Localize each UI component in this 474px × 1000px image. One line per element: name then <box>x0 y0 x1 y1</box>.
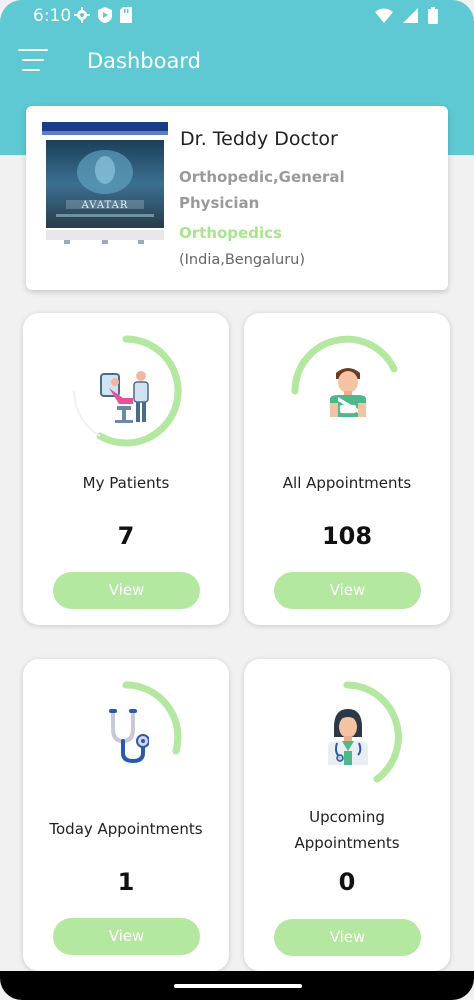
tile-my-patients[interactable]: My Patients 7 View <box>23 313 229 625</box>
tile-label-line-2: Appointments <box>294 834 400 852</box>
profile-image: AVATAR <box>42 122 168 248</box>
image-caption: AVATAR <box>81 200 129 211</box>
wifi-icon <box>375 8 393 23</box>
view-today-appointments-button[interactable]: View <box>53 918 200 955</box>
tile-count: 108 <box>321 522 373 550</box>
battery-icon <box>428 7 438 24</box>
menu-icon[interactable] <box>18 49 48 71</box>
specialization-line-1: Orthopedic,General <box>179 168 345 186</box>
tile-label: Today Appointments <box>49 820 203 838</box>
injured-patient-icon <box>330 368 366 417</box>
specialization-line-2: Physician <box>179 194 260 212</box>
shield-play-icon <box>98 7 112 23</box>
stethoscope-icon <box>109 709 149 764</box>
status-time: 6:10 <box>33 6 72 26</box>
tile-label-line-1: Upcoming <box>309 808 385 826</box>
app-bar: Dashboard <box>0 40 474 84</box>
gear-icon <box>74 7 90 23</box>
tile-label: My Patients <box>82 474 170 492</box>
sd-card-icon <box>120 7 132 23</box>
doctor-department: Orthopedics <box>179 224 282 242</box>
tile-label: Upcoming Appointments <box>244 804 450 856</box>
page-title: Dashboard <box>87 49 201 73</box>
female-doctor-icon <box>328 709 368 765</box>
tile-count: 0 <box>338 868 356 896</box>
status-icons-right <box>375 7 438 24</box>
status-bar: 6:10 <box>0 0 474 32</box>
system-navigation-bar <box>0 971 474 1000</box>
doctor-profile-card[interactable]: AVATAR Dr. Teddy Doctor Orthopedic,Gener… <box>26 106 448 290</box>
view-my-patients-button[interactable]: View <box>53 572 200 609</box>
signal-icon <box>403 8 418 23</box>
doctor-specialization: Orthopedic,General Physician <box>179 164 419 216</box>
tile-label: All Appointments <box>282 474 412 492</box>
tile-today-appointments[interactable]: Today Appointments 1 View <box>23 659 229 971</box>
doctor-name: Dr. Teddy Doctor <box>180 128 338 150</box>
tile-count: 1 <box>117 868 135 896</box>
tile-all-appointments[interactable]: All Appointments 108 View <box>244 313 450 625</box>
status-icons-left <box>74 7 132 23</box>
patients-dental-chair-icon <box>100 371 149 423</box>
tile-count: 7 <box>117 522 135 550</box>
view-upcoming-appointments-button[interactable]: View <box>274 919 421 956</box>
view-all-appointments-button[interactable]: View <box>274 572 421 609</box>
tile-upcoming-appointments[interactable]: Upcoming Appointments 0 View <box>244 659 450 971</box>
home-gesture-handle[interactable] <box>174 984 302 988</box>
doctor-location: (India,Bengaluru) <box>179 252 306 268</box>
